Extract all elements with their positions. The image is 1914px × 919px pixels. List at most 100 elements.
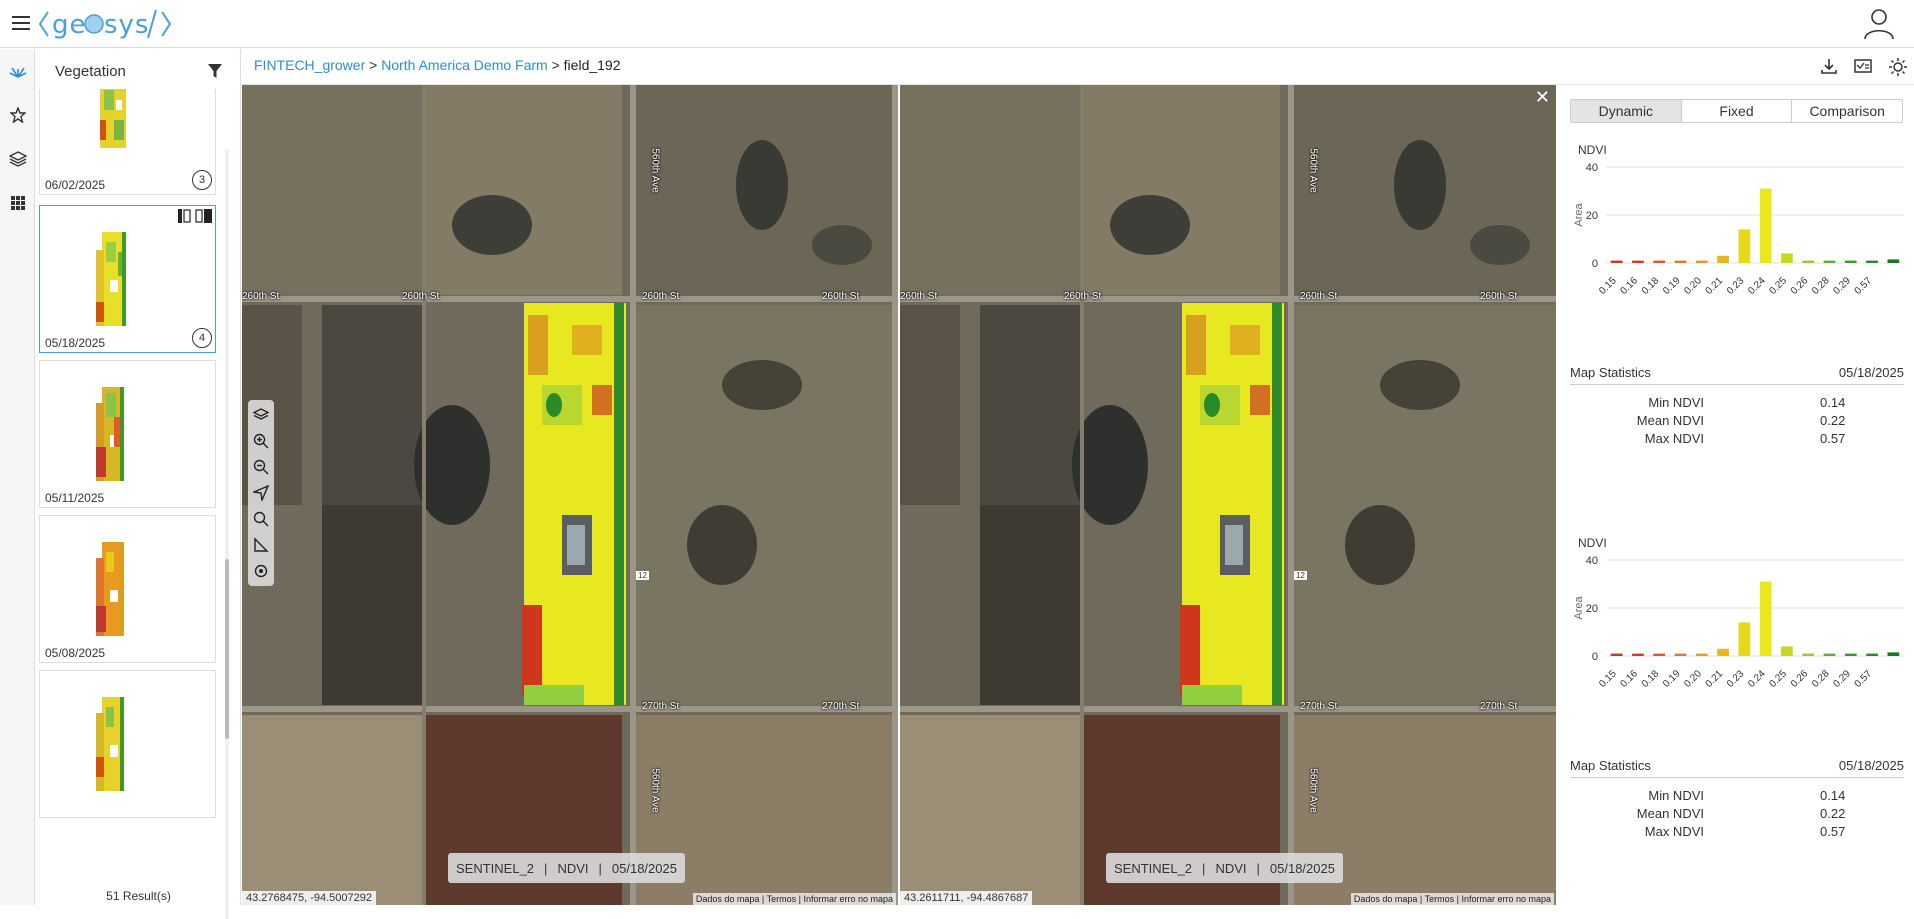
results-count: 51 Result(s)	[106, 889, 171, 903]
report-icon[interactable]	[1854, 57, 1872, 75]
map-data-link[interactable]: Dados do mapa	[1354, 894, 1418, 904]
layers-icon[interactable]	[0, 137, 35, 181]
x-tick-label: 0.28	[1810, 668, 1832, 688]
map-statistics-2: Map Statistics 05/18/2025 Min NDVI 0.14 M…	[1570, 756, 1904, 846]
histogram-bar[interactable]	[1653, 653, 1666, 656]
x-tick-label: 0.20	[1682, 275, 1704, 295]
report-error-link[interactable]: Informar erro no mapa	[803, 894, 893, 904]
x-tick-label: 0.23	[1725, 668, 1747, 688]
histogram-bar[interactable]	[1695, 260, 1708, 263]
thumbnail-card[interactable]	[39, 670, 216, 818]
image-count-badge: 3	[192, 170, 212, 190]
map-data-link[interactable]: Dados do mapa	[696, 894, 760, 904]
histogram-bar[interactable]	[1844, 260, 1857, 263]
histogram-bar[interactable]	[1866, 260, 1878, 263]
layers-icon[interactable]	[248, 402, 274, 428]
mode-tabs: Dynamic Fixed Comparison	[1570, 99, 1903, 123]
coordinates-readout: 43.2768475, -94.5007292	[242, 891, 377, 905]
report-error-link[interactable]: Informar erro no mapa	[1461, 894, 1551, 904]
satellite-imagery	[900, 85, 1556, 905]
weather-icon[interactable]	[1888, 57, 1907, 76]
stat-name: Mean NDVI	[1636, 806, 1704, 821]
histogram-bar[interactable]	[1866, 653, 1878, 656]
panel-title: Vegetation	[55, 63, 126, 80]
tab-dynamic[interactable]: Dynamic	[1571, 100, 1682, 122]
breadcrumb-field: field_192	[563, 57, 621, 73]
thumbnail-card[interactable]: 05/08/2025	[39, 515, 216, 663]
histogram-bar[interactable]	[1717, 255, 1729, 263]
thumbnail-date: 05/18/2025	[45, 336, 106, 350]
navigate-icon[interactable]	[248, 480, 274, 506]
histogram-bar[interactable]	[1759, 188, 1772, 263]
zoom-out-icon[interactable]	[248, 454, 274, 480]
measure-icon[interactable]	[248, 532, 274, 558]
compare-icon[interactable]	[178, 209, 212, 226]
thumbnail-card[interactable]: 3 06/02/2025	[39, 89, 216, 195]
x-tick-label: 0.20	[1682, 668, 1704, 688]
geosys-logo[interactable]: ge sys	[38, 4, 178, 53]
field-thumbnail	[96, 232, 126, 326]
filter-icon[interactable]	[207, 63, 223, 79]
terms-link[interactable]: Termos	[1425, 894, 1455, 904]
y-tick-label: 0	[1592, 258, 1598, 270]
histogram-bar[interactable]	[1632, 260, 1644, 263]
histogram-bar[interactable]	[1695, 653, 1708, 656]
thumbnail-card-selected[interactable]: 4 05/18/2025	[39, 205, 216, 353]
locate-icon[interactable]	[248, 558, 274, 584]
x-tick-label: 0.29	[1831, 275, 1853, 295]
thumbnail-card[interactable]: 05/11/2025	[39, 360, 216, 508]
route-marker: 12	[636, 571, 649, 580]
field-thumbnail	[96, 697, 124, 791]
histogram-bar[interactable]	[1781, 646, 1793, 656]
breadcrumb-farm[interactable]: North America Demo Farm	[381, 57, 547, 73]
histogram-bar[interactable]	[1781, 253, 1793, 263]
histogram-bar[interactable]	[1610, 260, 1623, 263]
stats-header: Map Statistics 05/18/2025	[1570, 756, 1904, 778]
road-label: 560th Ave	[649, 148, 661, 193]
breadcrumb-grower[interactable]: FINTECH_grower	[254, 57, 365, 73]
top-bar: ge sys	[0, 0, 1914, 48]
menu-icon[interactable]	[12, 16, 30, 30]
histogram-bar[interactable]	[1738, 229, 1751, 263]
grid-icon[interactable]	[0, 181, 35, 225]
map-view-right[interactable]: 260th St 260th St 260th St 260th St 270t…	[900, 85, 1556, 905]
scrollbar-track[interactable]	[225, 149, 229, 919]
histogram-bar[interactable]	[1802, 653, 1815, 656]
thumbnail-list: 3 06/02/2025 4 05/18/2025 05/11/2025 05/…	[39, 89, 219, 889]
x-tick-label: 0.19	[1661, 668, 1683, 688]
histogram-bar[interactable]	[1823, 260, 1836, 263]
histogram-bar[interactable]	[1887, 652, 1900, 656]
histogram-bar[interactable]	[1844, 653, 1857, 656]
stat-row: Min NDVI 0.14	[1570, 395, 1904, 413]
histogram-bar[interactable]	[1674, 260, 1687, 263]
zoom-in-icon[interactable]	[248, 428, 274, 454]
terms-link[interactable]: Termos	[767, 894, 797, 904]
download-icon[interactable]	[1820, 57, 1838, 75]
search-icon[interactable]	[248, 506, 274, 532]
histogram-bar[interactable]	[1823, 653, 1836, 656]
statistics-panel: Dynamic Fixed Comparison NDVI 0 20 40 Area 0…	[1556, 85, 1914, 905]
histogram-bar[interactable]	[1674, 653, 1687, 656]
histogram-bar[interactable]	[1802, 260, 1815, 263]
histogram-bar[interactable]	[1610, 653, 1623, 656]
histogram-bar[interactable]	[1887, 259, 1900, 263]
road-label: 270th St	[822, 701, 860, 712]
tab-fixed[interactable]: Fixed	[1682, 100, 1793, 122]
close-icon[interactable]: ✕	[1535, 87, 1550, 108]
histogram-bar[interactable]	[1738, 622, 1751, 656]
stat-value: 0.14	[1820, 395, 1846, 410]
histogram-bar[interactable]	[1717, 648, 1729, 656]
x-tick-label: 0.26	[1789, 668, 1811, 688]
map-info-label: SENTINEL_2 | NDVI | 05/18/2025	[1106, 853, 1343, 883]
scrollbar-thumb[interactable]	[225, 559, 229, 739]
histogram-bar[interactable]	[1759, 581, 1772, 656]
tab-comparison[interactable]: Comparison	[1792, 100, 1902, 122]
histogram-bar[interactable]	[1632, 653, 1644, 656]
user-icon[interactable]	[1862, 6, 1896, 40]
vegetation-icon[interactable]	[0, 49, 35, 93]
stat-value: 0.57	[1820, 431, 1846, 446]
histogram-bar[interactable]	[1653, 260, 1666, 263]
star-icon[interactable]	[0, 93, 35, 137]
map-view-left[interactable]: 260th St 260th St 260th St 260th St 270t…	[242, 85, 898, 905]
x-tick-label: 0.18	[1640, 275, 1662, 295]
